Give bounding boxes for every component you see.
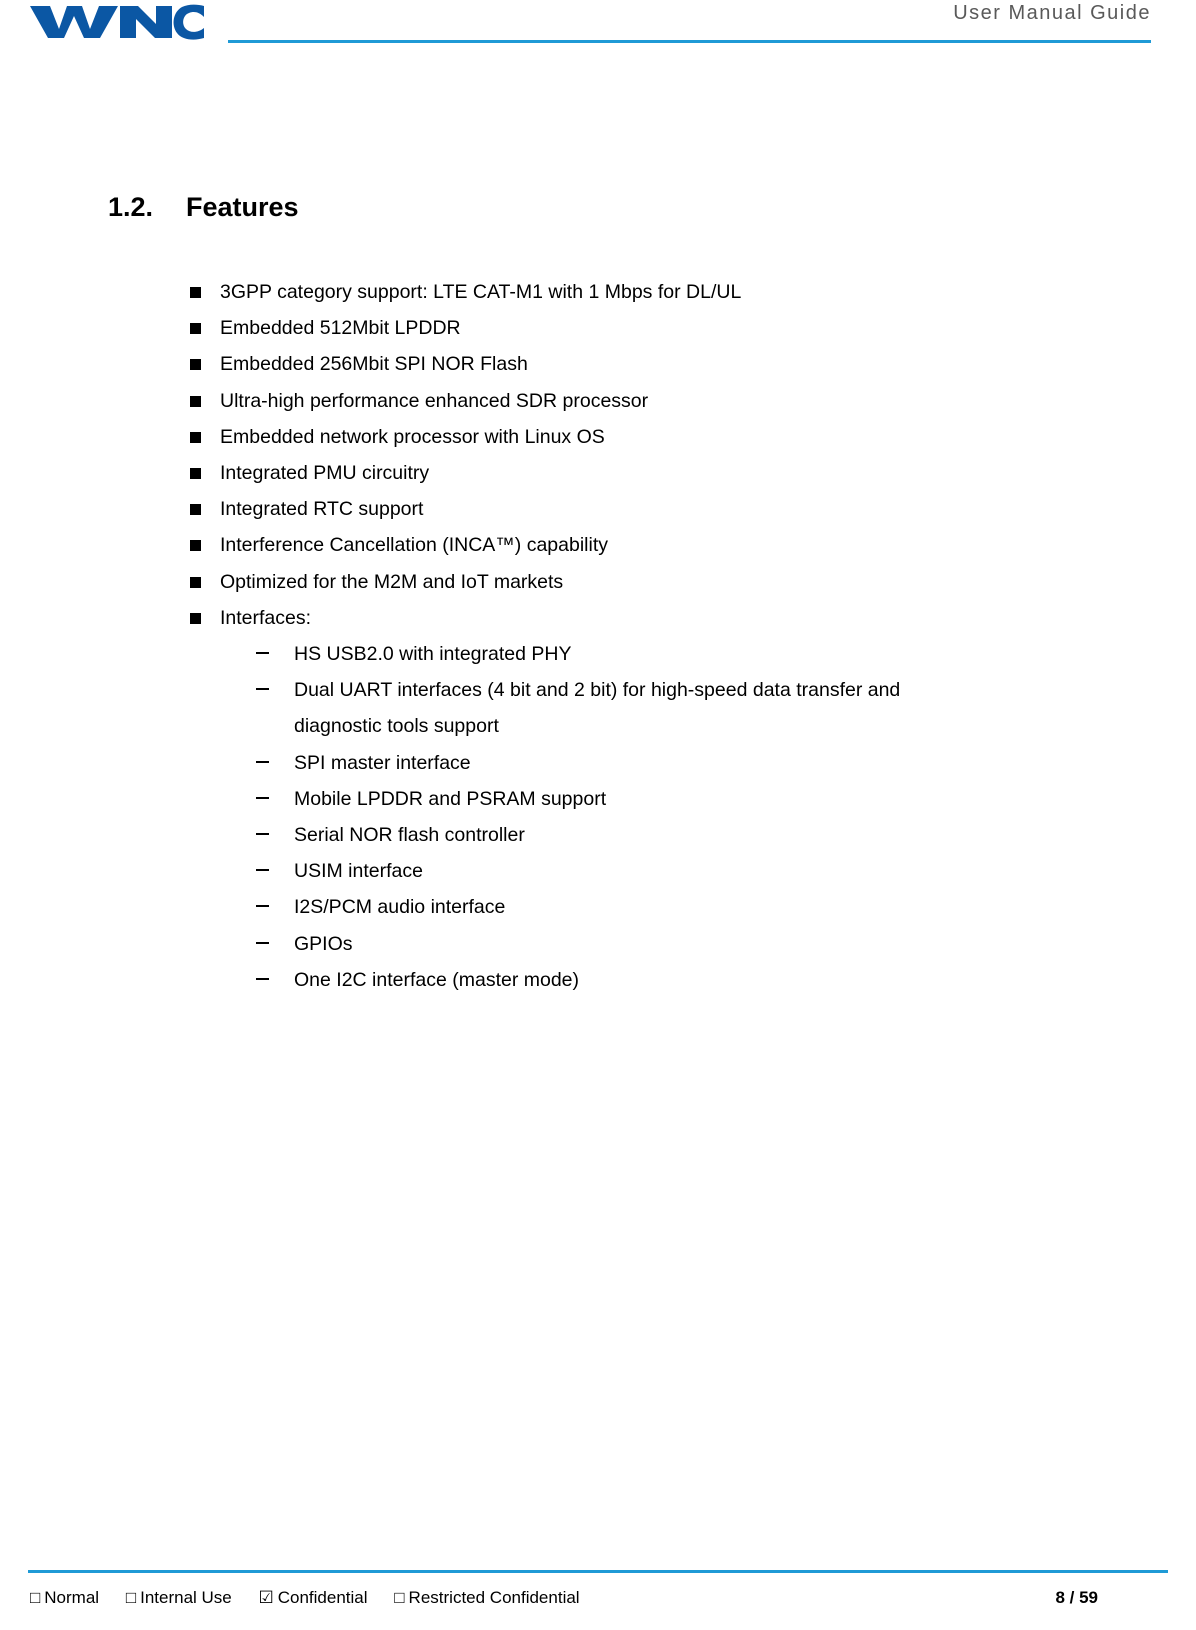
sub-list-item: GPIOs	[256, 926, 1076, 962]
list-item-label: 3GPP category support: LTE CAT-M1 with 1…	[220, 281, 742, 303]
list-item: Optimized for the M2M and IoT markets	[188, 564, 1088, 600]
header-title: User Manual Guide	[953, 2, 1151, 24]
square-bullet-icon	[190, 468, 201, 480]
classification-label: Confidential	[277, 1588, 368, 1607]
section-number: 1.2.	[108, 192, 154, 222]
section-heading: 1.2. Features	[108, 192, 299, 223]
sub-list-item-label: HS USB2.0 with integrated PHY	[294, 643, 572, 665]
sub-list-item: Serial NOR flash controller	[256, 817, 1076, 853]
checkbox-icon: □	[125, 1588, 137, 1607]
dash-bullet-icon	[256, 977, 269, 980]
square-bullet-icon	[190, 359, 201, 371]
classification-label: Restricted Confidential	[408, 1588, 580, 1607]
checked-checkbox-icon: ☑	[258, 1588, 274, 1607]
classification-label: Normal	[44, 1588, 100, 1607]
sub-list-item-label: USIM interface	[294, 860, 423, 883]
classification-option-normal[interactable]: □ Normal	[30, 1588, 99, 1608]
list-item: Embedded 256Mbit SPI NOR Flash	[188, 346, 1088, 382]
header-divider	[228, 40, 1151, 43]
sub-list-item: HS USB2.0 with integrated PHY	[256, 636, 1076, 672]
list-item: Interference Cancellation (INCA™) capabi…	[188, 527, 1088, 563]
section-title: Features	[186, 192, 299, 222]
footer-divider	[28, 1570, 1168, 1573]
list-item-label: Integrated RTC support	[220, 498, 424, 521]
list-item-label: Ultra-high performance enhanced SDR proc…	[220, 389, 649, 412]
page-header: User Manual Guide	[0, 0, 1196, 52]
page-footer: □ Normal □ Internal Use ☑ Confidential □ Res…	[0, 1584, 1196, 1618]
sub-list-item: Dual UART interfaces (4 bit and 2 bit) f…	[256, 672, 1076, 744]
square-bullet-icon	[190, 323, 201, 335]
list-item-label: Integrated PMU circuitry	[220, 462, 430, 485]
list-item: Embedded 512Mbit LPDDR	[188, 310, 1088, 346]
sub-list-item-label: Mobile LPDDR and PSRAM support	[294, 787, 607, 810]
sub-list-item-label: Serial NOR flash controller	[294, 824, 525, 847]
list-item-label: Embedded 512Mbit LPDDR	[220, 317, 461, 340]
dash-bullet-icon	[256, 869, 269, 872]
list-item-label: Embedded network processor with Linux OS	[220, 425, 605, 448]
sub-list-item-label: I2S/PCM audio interface	[294, 896, 506, 919]
square-bullet-icon	[190, 576, 201, 588]
square-bullet-icon	[190, 612, 201, 624]
list-item: 3GPP category support: LTE CAT-M1 with 1…	[188, 274, 1088, 310]
sub-list-item-label: SPI master interface	[294, 751, 471, 774]
wnc-logo	[28, 2, 208, 42]
list-item-label: Interference Cancellation (INCA™) capabi…	[220, 534, 609, 557]
classification-option-confidential[interactable]: ☑ Confidential	[259, 1588, 368, 1608]
list-item: Embedded network processor with Linux OS	[188, 419, 1088, 455]
square-bullet-icon	[190, 287, 201, 298]
list-item: Ultra-high performance enhanced SDR proc…	[188, 383, 1088, 419]
dash-bullet-icon	[256, 941, 269, 944]
list-item-label: Optimized for the M2M and IoT markets	[220, 570, 564, 593]
classification-option-restricted-confidential[interactable]: □ Restricted Confidential	[394, 1588, 579, 1608]
dash-bullet-icon	[256, 760, 269, 763]
sub-list-item: One I2C interface (master mode)	[256, 962, 1076, 998]
sub-list-item: USIM interface	[256, 853, 1076, 889]
classification-options: □ Normal □ Internal Use ☑ Confidential □ Res…	[30, 1588, 602, 1608]
dash-bullet-icon	[256, 905, 269, 908]
interfaces-sub-list: HS USB2.0 with integrated PHY Dual UART …	[256, 636, 1076, 998]
list-item: Integrated PMU circuitry	[188, 455, 1088, 491]
dash-bullet-icon	[256, 652, 269, 654]
dash-bullet-icon	[256, 796, 269, 799]
features-bullet-list: 3GPP category support: LTE CAT-M1 with 1…	[188, 274, 1088, 636]
page-number: 8 / 59	[1055, 1588, 1098, 1607]
list-item: Integrated RTC support	[188, 491, 1088, 527]
list-item: Interfaces:	[188, 600, 1088, 636]
sub-list-item: Mobile LPDDR and PSRAM support	[256, 781, 1076, 817]
sub-list-item-label: GPIOs	[294, 932, 353, 955]
list-item-label: Embedded 256Mbit SPI NOR Flash	[220, 353, 528, 376]
dash-bullet-icon	[256, 688, 269, 691]
square-bullet-icon	[190, 431, 201, 443]
checkbox-icon: □	[394, 1588, 405, 1607]
sub-list-item: I2S/PCM audio interface	[256, 889, 1076, 925]
square-bullet-icon	[190, 540, 201, 552]
sub-list-item-label: One I2C interface (master mode)	[294, 968, 580, 991]
sub-list-item-label: Dual UART interfaces (4 bit and 2 bit) f…	[294, 679, 901, 702]
sub-list-item: SPI master interface	[256, 745, 1076, 781]
dash-bullet-icon	[256, 833, 269, 836]
list-item-label: Interfaces:	[220, 606, 312, 629]
classification-option-internal-use[interactable]: □ Internal Use	[126, 1588, 232, 1608]
checkbox-icon: □	[30, 1588, 41, 1607]
classification-label: Internal Use	[140, 1588, 232, 1607]
square-bullet-icon	[190, 504, 201, 516]
sub-list-item-label-cont: diagnostic tools support	[294, 715, 499, 738]
square-bullet-icon	[190, 395, 201, 407]
